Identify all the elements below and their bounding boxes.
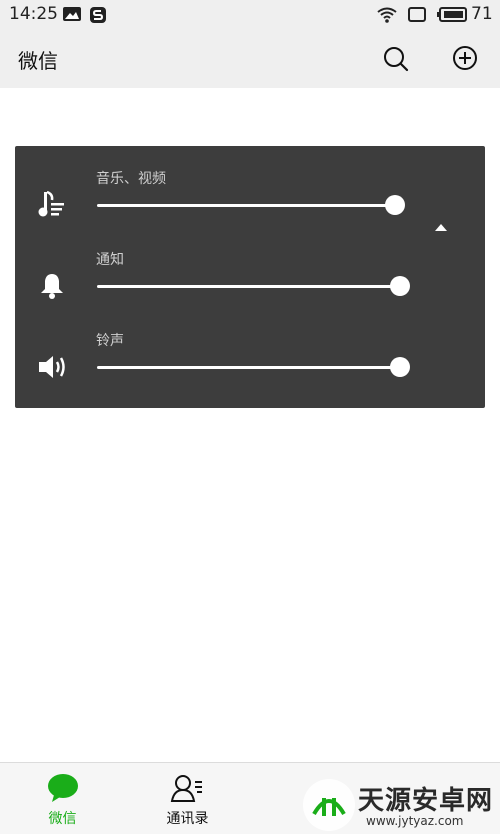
volume-row-media: 音乐、视频 [15, 164, 485, 244]
s-app-icon [90, 7, 106, 23]
image-icon [63, 7, 81, 21]
volume-row-notification: 通知 [15, 245, 485, 325]
volume-slider-notification[interactable] [97, 285, 403, 288]
watermark-text: 天源安卓网 [358, 786, 494, 816]
music-list-icon [38, 190, 64, 217]
volume-label-notification: 通知 [96, 252, 124, 268]
search-button[interactable] [382, 45, 410, 73]
app-header: 微信 [0, 30, 500, 88]
tab-contacts[interactable]: 通讯录 [125, 763, 250, 834]
battery-level: 71 [471, 4, 493, 24]
bell-icon [41, 274, 63, 299]
add-button[interactable] [452, 45, 480, 73]
volume-slider-thumb-media[interactable] [385, 195, 405, 215]
tab-chats-label: 微信 [48, 811, 77, 827]
status-time: 14:25 [9, 4, 58, 24]
volume-slider-media[interactable] [97, 204, 395, 207]
add-icon [453, 46, 477, 70]
tab-contacts-label: 通讯录 [166, 811, 209, 827]
screen-icon [408, 7, 426, 22]
volume-label-ringtone: 铃声 [96, 333, 124, 349]
wifi-icon [377, 7, 397, 23]
watermark-url: www.jytyaz.com [366, 814, 464, 828]
caret-up-icon[interactable] [434, 222, 448, 232]
status-bar: 14:25 71 [0, 0, 500, 30]
speaker-icon [39, 356, 65, 378]
watermark-logo-icon [303, 779, 355, 831]
page-title: 微信 [18, 49, 58, 73]
volume-slider-ringtone[interactable] [97, 366, 403, 369]
volume-slider-thumb-ringtone[interactable] [390, 357, 410, 377]
chat-icon [48, 774, 78, 802]
search-icon [384, 47, 409, 72]
battery-icon [437, 7, 467, 22]
volume-row-ringtone: 铃声 [15, 326, 485, 406]
volume-panel: 音乐、视频 通知 铃声 [15, 146, 485, 408]
volume-slider-thumb-notification[interactable] [390, 276, 410, 296]
tab-chats[interactable]: 微信 [0, 763, 125, 834]
watermark: 天源安卓网 www.jytyaz.com [300, 776, 500, 833]
volume-label-media: 音乐、视频 [96, 171, 166, 187]
contacts-icon [170, 775, 202, 802]
